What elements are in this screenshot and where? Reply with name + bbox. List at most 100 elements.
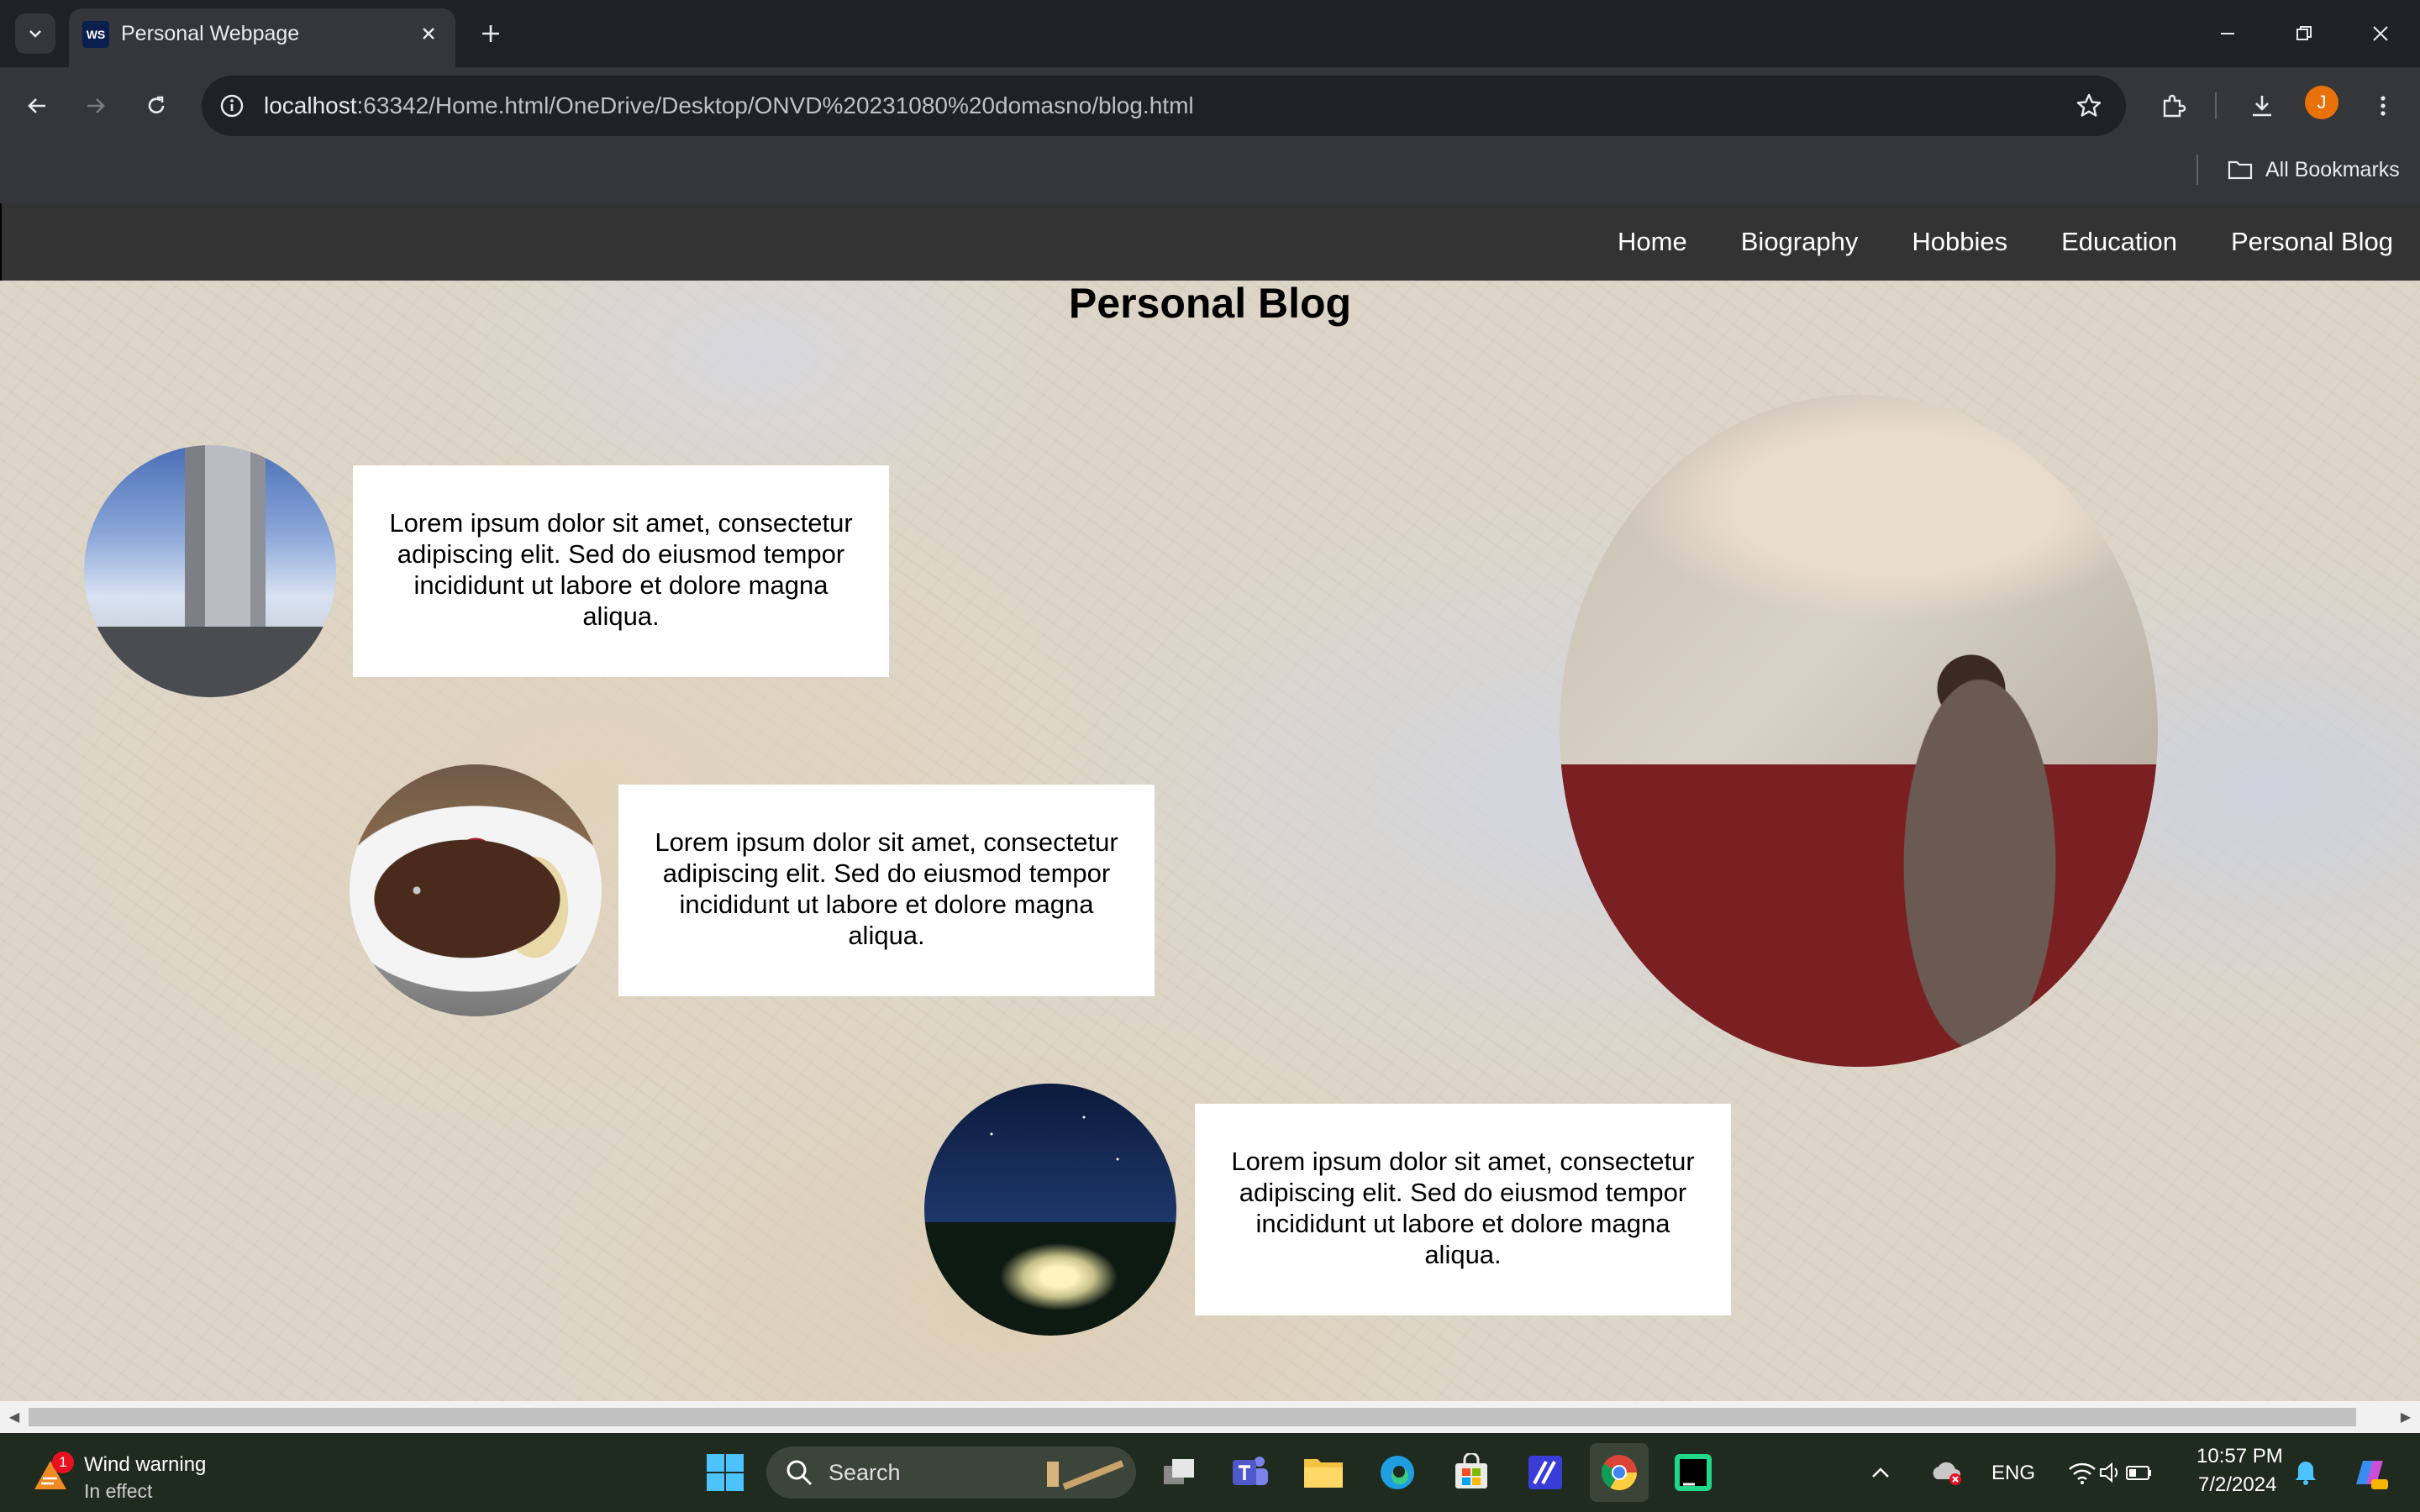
search-highlight-icon [1047,1460,1124,1490]
clock-date[interactable]: 7/2/2024 [2198,1473,2276,1497]
restore-icon [2296,26,2312,40]
nav-education[interactable]: Education [2034,203,2204,281]
taskbar-search[interactable]: Search [766,1446,1136,1499]
blog-post-card: Lorem ipsum dolor sit amet, consectetur … [1195,1104,1731,1315]
profile-avatar[interactable]: J [2305,86,2338,119]
notifications-button[interactable] [2291,1443,2321,1502]
task-view-button[interactable] [1150,1443,1208,1502]
scrollbar-thumb[interactable] [29,1408,2356,1426]
folder-icon [2228,160,2253,180]
active-tab[interactable]: WS Personal Webpage [69,8,455,69]
scroll-right-arrow-icon[interactable]: ▶ [2396,1408,2415,1426]
edge-icon [1381,1456,1414,1489]
chevron-up-icon [1872,1467,1889,1478]
site-navbar: Home Biography Hobbies Education Persona… [0,203,2420,281]
close-icon [423,28,434,39]
chevron-down-icon [29,30,41,38]
page-title: Personal Blog [1068,280,1352,327]
blog-photo-tent [924,1084,1176,1336]
blog-photo-food [350,764,602,1016]
start-button[interactable] [696,1443,755,1502]
reload-button[interactable] [134,84,178,128]
scroll-left-arrow-icon[interactable]: ◀ [5,1408,24,1426]
nav-personal-blog[interactable]: Personal Blog [2204,203,2420,281]
language-indicator[interactable]: ENG [1991,1462,2035,1485]
microsoft-store-app[interactable] [1442,1443,1501,1502]
onedrive-status-button[interactable] [1929,1443,1965,1502]
tab-title: Personal Webpage [121,22,300,45]
copilot-button[interactable] [2344,1443,2395,1502]
nav-home[interactable]: Home [1591,203,1714,281]
address-bar[interactable]: localhost:63342/Home.html/OneDrive/Deskt… [202,76,2126,136]
blog-photo-building [84,445,336,697]
browser-menu-button[interactable] [2361,84,2405,128]
file-explorer-app[interactable] [1294,1443,1353,1502]
blog-post-card: Lorem ipsum dolor sit amet, consectetur … [353,465,889,677]
search-icon [786,1460,813,1486]
all-bookmarks-button[interactable]: All Bookmarks [2227,153,2400,186]
volume-icon [2100,1462,2118,1483]
minimize-button[interactable] [2204,12,2251,55]
chrome-icon [1601,1455,1637,1491]
tab-close-button[interactable] [413,18,444,49]
restore-button[interactable] [2281,12,2328,55]
wifi-icon [2069,1462,2096,1484]
close-window-button[interactable] [2357,12,2404,55]
browser-toolbar: localhost:63342/Home.html/OneDrive/Deskt… [0,67,2420,144]
reload-icon [148,96,165,113]
blog-post-text: Lorem ipsum dolor sit amet, consectetur … [1231,1147,1695,1269]
editor-app[interactable] [1516,1443,1575,1502]
downloads-button[interactable] [2240,84,2284,128]
horizontal-scrollbar[interactable]: ◀ ▶ [0,1401,2420,1433]
edge-app[interactable] [1368,1443,1427,1502]
teams-icon [1233,1457,1268,1485]
new-tab-button[interactable] [471,13,511,54]
page-viewport: Home Biography Hobbies Education Persona… [0,203,2420,1401]
url-host: localhost [264,92,357,118]
browser-tab-strip: WS Personal Webpage [0,0,2420,69]
blog-photo-staircase [1560,395,2158,1067]
blog-post-text: Lorem ipsum dolor sit amet, consectetur … [655,827,1118,950]
minimize-icon [2221,33,2234,34]
webstorm-icon [1675,1454,1712,1491]
bell-icon [2296,1462,2316,1485]
weather-title: Wind warning [84,1453,207,1476]
arrow-right-icon [87,98,105,113]
weather-widget[interactable]: 1 Wind warning In effect [25,1445,235,1502]
bookmarks-bar: All Bookmarks [0,144,2420,204]
copilot-icon [2356,1461,2388,1489]
blog-post-text: Lorem ipsum dolor sit amet, consectetur … [389,508,853,631]
app-icon [1528,1456,1562,1489]
arrow-left-icon [28,98,45,113]
nav-biography[interactable]: Biography [1714,203,1886,281]
all-bookmarks-label: All Bookmarks [2265,157,2400,181]
windows-taskbar: 1 Wind warning In effect Search ENG 10:5… [0,1433,2420,1512]
star-icon [2076,93,2102,117]
chrome-app[interactable] [1590,1443,1649,1502]
close-icon [2373,26,2388,41]
search-label: Search [829,1460,901,1485]
teams-app[interactable] [1220,1443,1279,1502]
task-view-icon [1164,1459,1194,1484]
weather-badge: 1 [52,1452,74,1473]
site-info-button[interactable] [215,89,249,123]
show-hidden-icons-button[interactable] [1864,1443,1897,1502]
weather-subtitle: In effect [84,1480,153,1502]
webstorm-app[interactable] [1664,1443,1723,1502]
nav-hobbies[interactable]: Hobbies [1885,203,2034,281]
more-vertical-icon [2381,96,2386,116]
extensions-button[interactable] [2151,84,2195,128]
back-button[interactable] [15,84,59,128]
url-text[interactable]: localhost:63342/Home.html/OneDrive/Deskt… [264,92,1194,119]
toolbar-divider [2215,92,2217,119]
url-path: :63342/Home.html/OneDrive/Desktop/ONVD%2… [356,92,1194,118]
cloud-error-icon [1933,1462,1961,1485]
blog-post-card: Lorem ipsum dolor sit amet, consectetur … [618,785,1155,996]
clock-time[interactable]: 10:57 PM [2196,1445,2283,1468]
forward-button[interactable] [74,84,118,128]
bookmark-star-button[interactable] [2072,89,2106,123]
tab-search-button[interactable] [15,13,55,54]
puzzle-icon [2163,94,2186,118]
plus-icon [482,25,499,42]
quick-settings-button[interactable] [2055,1443,2166,1502]
